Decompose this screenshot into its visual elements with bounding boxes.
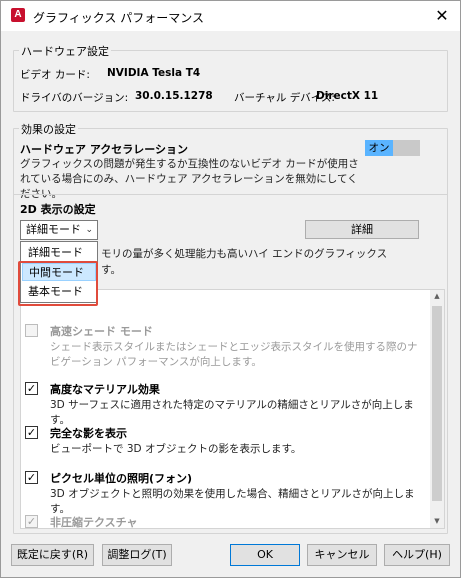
graphics-performance-dialog: A グラフィックス パフォーマンス ✕ ハードウェア設定 ビデオ カード: NV…	[0, 0, 461, 578]
scrollbar-thumb[interactable]	[432, 306, 442, 501]
fast-shade-mode-checkbox[interactable]	[25, 324, 38, 337]
window-title: グラフィックス パフォーマンス	[33, 11, 204, 25]
option-title: 高速シェード モード	[50, 325, 153, 338]
uncompressed-textures-checkbox[interactable]: ✓	[25, 515, 38, 528]
per-pixel-lighting-checkbox[interactable]: ✓	[25, 471, 38, 484]
option-title: 高度なマテリアル効果	[50, 383, 160, 396]
2d-display-settings-title: 2D 表示の設定	[20, 203, 96, 216]
hardware-acceleration-title: ハードウェア アクセラレーション	[20, 143, 189, 156]
effects-options-list[interactable]: 高速シェード モード シェード表示スタイルまたはシェードとエッジ表示スタイルを使…	[20, 289, 445, 529]
option-title: ピクセル単位の照明(フォン)	[50, 472, 193, 485]
2d-display-mode-select[interactable]: 詳細モード ⌄	[20, 220, 98, 240]
title-bar: A グラフィックス パフォーマンス ✕	[1, 1, 460, 31]
option-description: シェード表示スタイルまたはシェードとエッジ表示スタイルを使用する際のナビゲーショ…	[50, 341, 418, 368]
tuning-log-button[interactable]: 調整ログ(T)	[102, 544, 172, 566]
chevron-down-icon: ⌄	[85, 225, 93, 235]
driver-version-value: 30.0.15.1278	[135, 90, 213, 102]
option-title: 非圧縮テクスチャ	[50, 516, 138, 529]
detail-button[interactable]: 詳細	[305, 220, 419, 239]
hardware-acceleration-toggle[interactable]: オン	[365, 140, 420, 156]
virtual-device-value: DirectX 11	[316, 90, 379, 102]
hardware-settings-title: ハードウェア設定	[19, 43, 111, 59]
ok-button[interactable]: OK	[230, 544, 300, 566]
video-card-label: ビデオ カード:	[20, 69, 90, 81]
2d-desc-line-1: モリの量が多く処理能力も高いハイ エンドのグラフィックス	[101, 248, 388, 260]
full-shadow-display-checkbox[interactable]: ✓	[25, 426, 38, 439]
option-description: 3D オブジェクトと照明の効果を使用した場合、精細さとリアルさが向上します。	[50, 488, 415, 515]
option-description: 3D サーフェスに適用された特定のマテリアルの精細さとリアルさが向上します。	[50, 399, 414, 426]
option-title: 完全な影を表示	[50, 427, 127, 440]
help-button[interactable]: ヘルプ(H)	[384, 544, 450, 566]
section-divider	[14, 194, 447, 195]
scroll-down-arrow-icon[interactable]: ▼	[430, 515, 444, 528]
effects-settings-title: 効果の設定	[19, 121, 78, 137]
driver-version-label: ドライバのバージョン:	[20, 92, 129, 104]
reset-default-button[interactable]: 既定に戻す(R)	[11, 544, 94, 566]
close-button[interactable]: ✕	[430, 5, 454, 27]
toggle-on-label: オン	[365, 140, 393, 156]
dropdown-item-detail[interactable]: 詳細モード	[22, 244, 96, 262]
option-description: ビューポートで 3D オブジェクトの影を表示します。	[50, 443, 302, 455]
highlight-box	[18, 261, 98, 306]
autocad-logo-icon: A	[11, 8, 25, 22]
advanced-material-effects-checkbox[interactable]: ✓	[25, 382, 38, 395]
vertical-scrollbar[interactable]: ▲ ▼	[430, 290, 444, 528]
cancel-button[interactable]: キャンセル	[307, 544, 377, 566]
2d-desc-line-2: す。	[101, 264, 121, 276]
scroll-up-arrow-icon[interactable]: ▲	[430, 290, 444, 303]
combo-value: 詳細モード	[26, 223, 81, 236]
video-card-value: NVIDIA Tesla T4	[107, 67, 201, 79]
hardware-acceleration-description: グラフィックスの問題が発生するか互換性のないビデオ カードが使用されている場合に…	[20, 158, 359, 200]
